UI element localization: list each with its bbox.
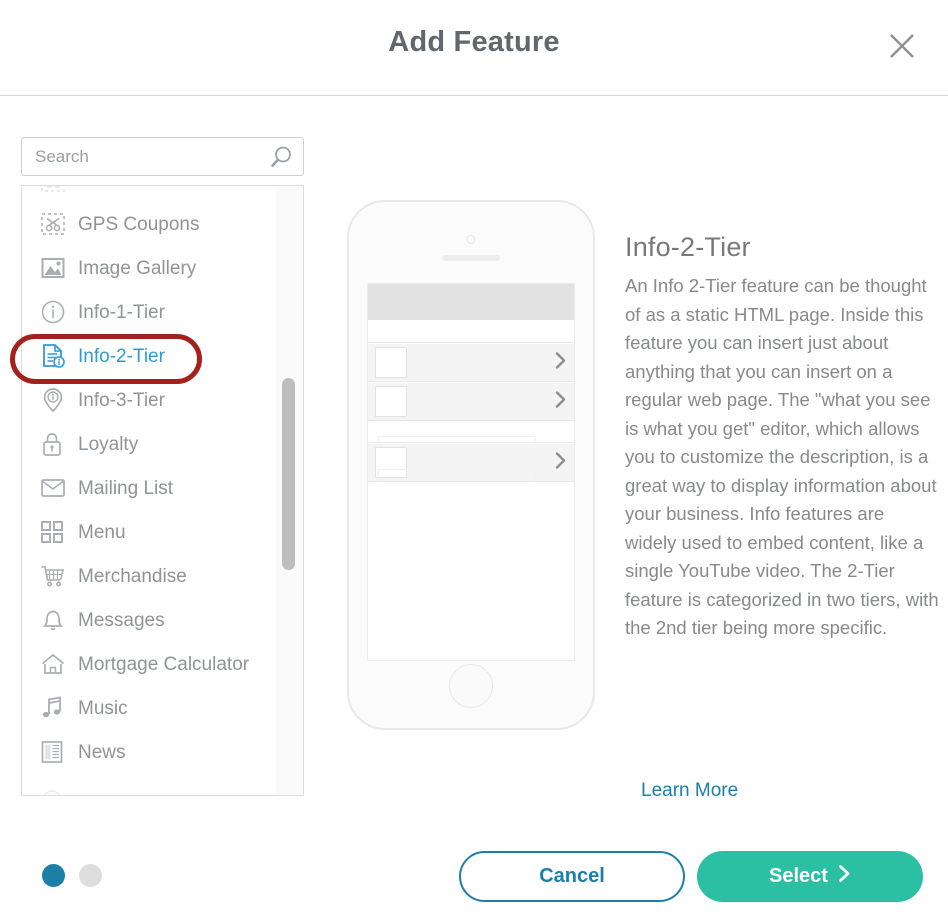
pagination-dot-2[interactable] xyxy=(79,864,102,887)
select-button-label: Select xyxy=(769,865,828,887)
phone-home-button xyxy=(449,664,493,708)
partial-icon xyxy=(40,781,76,795)
search-input[interactable] xyxy=(22,138,265,175)
list-item[interactable] xyxy=(22,774,277,795)
phone-speaker xyxy=(442,255,500,261)
image-gallery-icon xyxy=(40,253,76,283)
search-box[interactable] xyxy=(21,137,304,176)
scissors-icon xyxy=(40,186,76,195)
list-item-label: Info-1-Tier xyxy=(78,301,165,323)
select-button[interactable]: Select xyxy=(697,851,923,902)
detail-title: Info-2-Tier xyxy=(625,232,751,262)
phone-mockup-preview xyxy=(347,200,595,730)
detail-description: An Info 2-Tier feature can be thought of… xyxy=(625,275,939,638)
chevron-right-icon xyxy=(838,864,851,889)
search-icon[interactable] xyxy=(268,145,294,170)
list-item-gps-coupons[interactable]: GPS Coupons xyxy=(22,202,277,246)
list-item-info-2-tier[interactable]: Info-2-Tier xyxy=(22,334,277,378)
list-item-loyalty[interactable]: Loyalty xyxy=(22,422,277,466)
bell-icon xyxy=(40,605,76,635)
add-feature-modal: Add Feature Search GPS Coupons Image Gal… xyxy=(0,0,948,924)
page-title: Add Feature xyxy=(388,26,560,58)
list-item-label: Info-3-Tier xyxy=(78,389,165,411)
list-item-mailing-list[interactable]: Mailing List xyxy=(22,466,277,510)
pagination-dot-1[interactable] xyxy=(42,864,65,887)
list-item-messages[interactable]: Messages xyxy=(22,598,277,642)
shopping-cart-icon xyxy=(40,561,76,591)
learn-more-link[interactable]: Learn More xyxy=(641,780,738,802)
scrollbar-thumb[interactable] xyxy=(282,378,295,570)
preview-body xyxy=(368,483,574,660)
cancel-button[interactable]: Cancel xyxy=(459,851,685,902)
lock-icon xyxy=(40,429,76,459)
list-item-mortgage-calculator[interactable]: Mortgage Calculator xyxy=(22,642,277,686)
list-item-label: Messages xyxy=(78,609,165,631)
preview-thumbnail xyxy=(375,347,407,378)
list-item-label: Mortgage Calculator xyxy=(78,653,250,675)
preview-subbar xyxy=(368,320,574,343)
vertical-scrollbar[interactable] xyxy=(276,186,303,795)
map-pin-icon xyxy=(40,385,76,415)
phone-camera-icon xyxy=(466,235,476,244)
list-item-label: GPS Coupons xyxy=(78,213,200,235)
list-item-news[interactable]: News xyxy=(22,730,277,774)
list-item-label: Music xyxy=(78,697,128,719)
music-note-icon xyxy=(40,693,76,723)
list-item-menu[interactable]: Menu xyxy=(22,510,277,554)
list-item-label: Image Gallery xyxy=(78,257,197,279)
list-item-image-gallery[interactable]: Image Gallery xyxy=(22,246,277,290)
info-circle-icon xyxy=(40,297,76,327)
pagination-dots xyxy=(42,864,102,887)
phone-screen xyxy=(367,283,575,661)
close-icon[interactable] xyxy=(884,28,920,64)
preview-row xyxy=(368,344,574,382)
list-item-label: Loyalty xyxy=(78,433,139,455)
gps-coupons-icon xyxy=(40,209,76,239)
list-item-info-3-tier[interactable]: Info-3-Tier xyxy=(22,378,277,422)
preview-row xyxy=(368,383,574,421)
chevron-right-icon xyxy=(555,351,567,374)
newspaper-icon xyxy=(40,737,76,767)
preview-thumbnail xyxy=(375,386,407,417)
feature-list-items: GPS Coupons Image Gallery Info-1-Tier In… xyxy=(22,186,277,795)
list-item-label: Merchandise xyxy=(78,565,187,587)
feature-list: GPS Coupons Image Gallery Info-1-Tier In… xyxy=(22,186,277,795)
list-item[interactable] xyxy=(22,186,277,202)
list-item-merchandise[interactable]: Merchandise xyxy=(22,554,277,598)
list-item-info-1-tier[interactable]: Info-1-Tier xyxy=(22,290,277,334)
feature-list-panel: GPS Coupons Image Gallery Info-1-Tier In… xyxy=(21,185,304,796)
document-info-icon xyxy=(40,341,76,371)
chevron-right-icon xyxy=(555,451,567,474)
list-item-music[interactable]: Music xyxy=(22,686,277,730)
list-item-label: Mailing List xyxy=(78,477,174,499)
chevron-right-icon xyxy=(555,390,567,413)
envelope-icon xyxy=(40,473,76,503)
list-item-label: News xyxy=(78,741,126,763)
list-item-label: Menu xyxy=(78,521,126,543)
preview-header-bar xyxy=(368,284,574,320)
list-item-label: Info-2-Tier xyxy=(78,345,165,367)
modal-header: Add Feature xyxy=(0,0,948,96)
house-icon xyxy=(40,649,76,679)
grid-icon xyxy=(40,517,76,547)
